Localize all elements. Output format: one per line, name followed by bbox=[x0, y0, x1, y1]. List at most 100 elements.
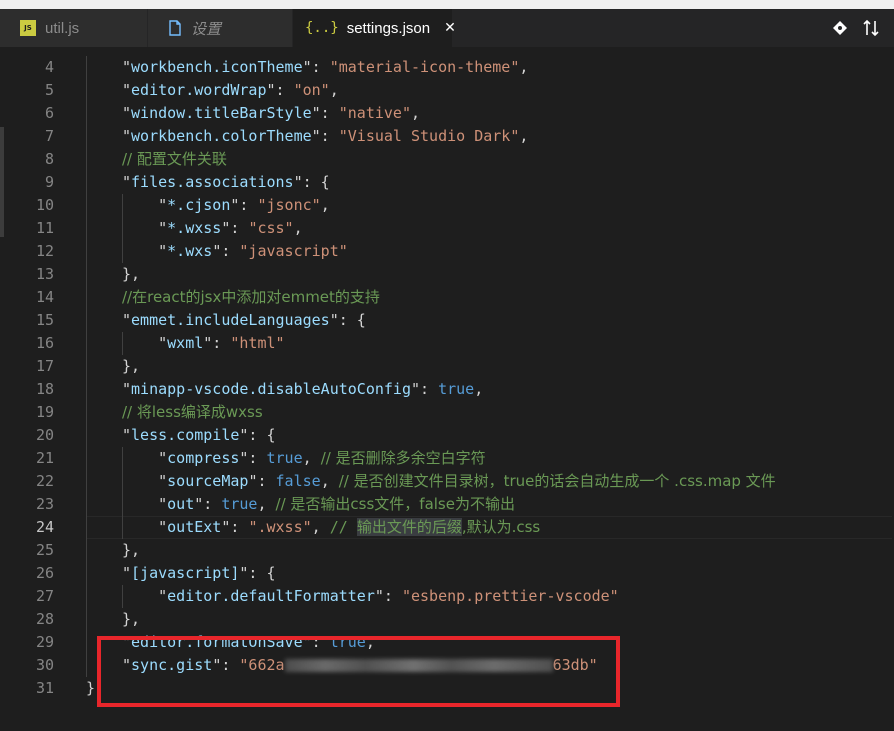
code-line[interactable]: 21 "compress": true, // 是否删除多余空白字符 bbox=[0, 447, 894, 470]
git-compare-icon[interactable] bbox=[832, 20, 848, 36]
code-line[interactable]: 26 "[javascript]": { bbox=[0, 562, 894, 585]
code-text: "sourceMap": false, // 是否创建文件目录树，true的话会… bbox=[122, 470, 776, 493]
code-line[interactable]: 10 "*.cjson": "jsonc", bbox=[0, 194, 894, 217]
code-token: , bbox=[311, 518, 330, 536]
line-number: 8 bbox=[44, 150, 54, 168]
code-token: " bbox=[122, 311, 132, 329]
indent-guide bbox=[86, 56, 87, 79]
code-line[interactable]: 20 "less.compile": { bbox=[0, 424, 894, 447]
code-token: " bbox=[122, 196, 168, 214]
tab-util-js[interactable]: JS util.js bbox=[0, 9, 148, 47]
code-token: // bbox=[329, 518, 357, 536]
line-number: 28 bbox=[35, 610, 54, 628]
code-token: ": bbox=[221, 518, 249, 536]
code-line[interactable]: 15 "emmet.includeLanguages": { bbox=[0, 309, 894, 332]
code-line[interactable]: 28}, bbox=[0, 608, 894, 631]
code-token: "native" bbox=[338, 104, 411, 122]
line-number: 16 bbox=[35, 334, 54, 352]
indent-guide bbox=[86, 194, 87, 217]
code-token: [javascript] bbox=[131, 564, 240, 582]
indent-guide bbox=[86, 148, 87, 171]
highlight-annotation-box bbox=[97, 636, 620, 707]
code-text: "emmet.includeLanguages": { bbox=[122, 309, 366, 332]
code-line[interactable]: 23 "out": true, // 是否输出css文件，false为不输出 bbox=[0, 493, 894, 516]
code-token: ": bbox=[311, 104, 339, 122]
code-token: // 配置文件关联 bbox=[122, 150, 227, 168]
code-token: , bbox=[474, 380, 484, 398]
code-token: *.wxss bbox=[167, 219, 222, 237]
code-token: less.compile bbox=[131, 426, 240, 444]
line-number: 19 bbox=[35, 403, 54, 421]
code-line[interactable]: 4 "workbench.iconTheme": "material-icon-t… bbox=[0, 56, 894, 79]
open-changes-icon[interactable] bbox=[862, 19, 880, 37]
line-number: 24 bbox=[35, 518, 54, 536]
code-line[interactable]: 24 "outExt": ".wxss", // 输出文件的后缀,默认为.css bbox=[0, 516, 894, 539]
line-number: 20 bbox=[35, 426, 54, 444]
tab-label: settings.json bbox=[346, 19, 431, 37]
code-token: ": bbox=[411, 380, 439, 398]
code-line[interactable]: 19 // 将less编译成wxss bbox=[0, 401, 894, 424]
code-token: ": bbox=[203, 334, 231, 352]
indent-guide bbox=[86, 470, 87, 493]
code-line[interactable]: 14 //在react的jsx中添加对emmet的支持 bbox=[0, 286, 894, 309]
code-line[interactable]: 17}, bbox=[0, 355, 894, 378]
code-text: // 将less编译成wxss bbox=[122, 401, 263, 424]
code-line[interactable]: 25}, bbox=[0, 539, 894, 562]
code-text: }, bbox=[122, 608, 140, 631]
code-text: "editor.defaultFormatter": "esbenp.prett… bbox=[122, 585, 619, 608]
code-token: ": bbox=[311, 127, 339, 145]
line-number: 12 bbox=[35, 242, 54, 260]
code-line[interactable]: 22 "sourceMap": false, // 是否创建文件目录树，true… bbox=[0, 470, 894, 493]
code-line[interactable]: 18 "minapp-vscode.disableAutoConfig": tru… bbox=[0, 378, 894, 401]
line-number: 25 bbox=[35, 541, 54, 559]
code-text: }, bbox=[122, 355, 140, 378]
code-line[interactable]: 5 "editor.wordWrap": "on", bbox=[0, 79, 894, 102]
line-number: 6 bbox=[44, 104, 54, 122]
code-token: ".wxss" bbox=[248, 518, 312, 536]
code-token: " bbox=[122, 587, 168, 605]
code-token: , bbox=[320, 196, 330, 214]
code-token: , bbox=[519, 58, 529, 76]
code-line[interactable]: 16 "wxml": "html" bbox=[0, 332, 894, 355]
close-icon[interactable]: ✕ bbox=[444, 20, 456, 36]
code-text: "*.wxss": "css", bbox=[122, 217, 303, 240]
line-number: 15 bbox=[35, 311, 54, 329]
code-token: , bbox=[257, 495, 276, 513]
code-line[interactable]: 11 "*.wxss": "css", bbox=[0, 217, 894, 240]
code-line[interactable]: 6 "window.titleBarStyle": "native", bbox=[0, 102, 894, 125]
window-top-strip bbox=[0, 0, 894, 9]
code-line[interactable]: 13}, bbox=[0, 263, 894, 286]
code-token: ": bbox=[248, 472, 276, 490]
code-token: "html" bbox=[230, 334, 285, 352]
code-token: }, bbox=[122, 541, 141, 559]
code-token: ": { bbox=[239, 426, 276, 444]
indent-guide bbox=[86, 286, 87, 309]
code-line[interactable]: 7 "workbench.colorTheme": "Visual Studio … bbox=[0, 125, 894, 148]
line-number: 14 bbox=[35, 288, 54, 306]
line-number: 9 bbox=[44, 173, 54, 191]
code-token: emmet.includeLanguages bbox=[131, 311, 330, 329]
code-line[interactable]: 8 // 配置文件关联 bbox=[0, 148, 894, 171]
line-number: 29 bbox=[35, 633, 54, 651]
code-token: 输出文件的后缀 bbox=[356, 518, 462, 536]
code-token: // 是否删除多余空白字符 bbox=[320, 449, 486, 467]
code-text: "out": true, // 是否输出css文件，false为不输出 bbox=[122, 493, 515, 516]
code-token: ": bbox=[230, 196, 258, 214]
code-line[interactable]: 27 "editor.defaultFormatter": "esbenp.pr… bbox=[0, 585, 894, 608]
indent-guide bbox=[86, 263, 87, 286]
indent-guide bbox=[86, 332, 87, 355]
indent-guide bbox=[86, 125, 87, 148]
tab-settings-json[interactable]: {..} settings.json ✕ bbox=[293, 9, 456, 47]
code-line[interactable]: 9 "files.associations": { bbox=[0, 171, 894, 194]
line-number: 17 bbox=[35, 357, 54, 375]
code-token: " bbox=[122, 495, 168, 513]
code-line[interactable]: 12 "*.wxs": "javascript" bbox=[0, 240, 894, 263]
indent-guide bbox=[86, 539, 87, 562]
code-editor[interactable]: 4 "workbench.iconTheme": "material-icon-t… bbox=[0, 47, 894, 731]
code-token: , bbox=[411, 104, 421, 122]
code-token: files.associations bbox=[131, 173, 294, 191]
editor-tab-bar: JS util.js 设置 {..} settings.json ✕ bbox=[0, 9, 894, 47]
tab-settings-ui[interactable]: 设置 bbox=[148, 9, 293, 47]
code-token: , bbox=[302, 449, 321, 467]
code-token: }, bbox=[122, 610, 141, 628]
